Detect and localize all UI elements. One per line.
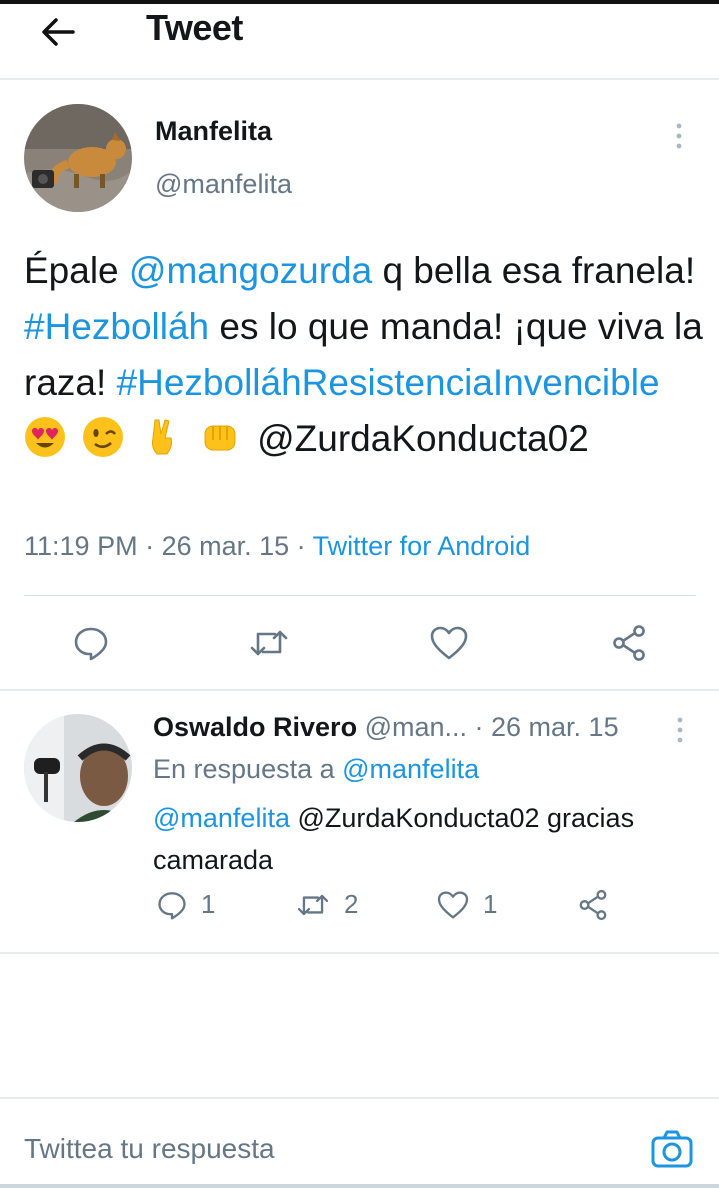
mention-link[interactable]: @manfelita [153,803,290,833]
heart-icon [430,626,468,660]
reply-like-button[interactable]: 1 [437,889,497,920]
replying-to-label: En respuesta a [153,754,343,784]
reply-author-handle[interactable]: @man... [365,712,467,742]
like-button[interactable] [426,620,472,666]
tweet-text-part: q bella esa franela! [372,250,696,291]
reply-author-name[interactable]: Oswaldo Rivero [153,712,357,742]
reply-count: 1 [201,889,216,919]
reply-retweet-button[interactable]: 2 [296,889,358,920]
replying-to-handle[interactable]: @manfelita [342,754,479,784]
reply-actions: 1 2 1 [0,889,719,929]
heart-eyes-emoji [25,417,65,457]
reply-header: Oswaldo Rivero @man... · 26 mar. 15 [153,712,619,743]
heart-icon [437,890,469,919]
retweet-count: 2 [344,889,359,919]
meta-separator: · [289,531,313,561]
camera-button[interactable] [650,1127,694,1171]
tweet-time: 11:19 PM [24,531,138,561]
reply-reply-button[interactable]: 1 [157,889,215,920]
arrow-left-icon [42,18,75,46]
divider [24,595,696,596]
meta-separator: · [467,712,492,742]
reply-more-options-button[interactable] [670,710,690,750]
reply-icon [74,627,108,661]
divider [0,952,719,954]
hashtag-link[interactable]: #Hezbolláh [24,306,209,347]
more-vertical-icon [677,717,683,743]
share-icon [579,889,607,921]
share-button[interactable] [606,620,652,666]
tweet-text: Épale @mangozurda q bella esa franela! #… [24,243,704,467]
tweet-text-part: @ZurdaKonducta02 [246,418,589,459]
author-handle[interactable]: @manfelita [155,169,292,200]
reply-tweet[interactable]: Oswaldo Rivero @man... · 26 mar. 15 En r… [0,694,719,954]
reply-icon [158,891,186,919]
hashtag-link[interactable]: #HezbolláhResistenciaInvencible [117,362,660,403]
reply-text: @manfelita @ZurdaKonducta02 gracias cama… [153,797,673,881]
page-title: Tweet [146,7,243,48]
more-options-button[interactable] [669,116,689,156]
retweet-icon [250,630,288,656]
mention-link[interactable]: @mangozurda [129,250,372,291]
tweet-actions [0,620,719,670]
tweet-source-link[interactable]: Twitter for Android [313,531,531,561]
replying-to: En respuesta a @manfelita [153,754,479,785]
divider [0,689,719,691]
retweet-button[interactable] [246,620,292,666]
top-bar: Tweet [0,4,719,80]
tweet-metadata: 11:19 PM · 26 mar. 15 · Twitter for Andr… [24,531,530,562]
like-count: 1 [483,889,498,919]
meta-separator: · [137,531,162,561]
oncoming-fist-emoji [204,425,236,451]
retweet-icon [297,894,329,915]
reply-button[interactable] [68,620,114,666]
tweet-date: 26 mar. 15 [161,531,290,561]
composer-divider [0,1097,719,1099]
victory-hand-emoji [151,419,172,455]
tweet-text-part: Épale [24,250,129,291]
bottom-edge [0,1184,719,1188]
author-avatar[interactable] [24,104,132,212]
back-button[interactable] [36,10,80,54]
more-vertical-icon [676,123,682,149]
author-name[interactable]: Manfelita [155,116,272,147]
reply-composer-input[interactable]: Twittea tu respuesta [24,1133,275,1165]
reply-share-button[interactable] [577,889,609,921]
reply-date: 26 mar. 15 [491,712,619,742]
share-icon [613,625,645,661]
camera-icon [651,1130,693,1168]
reply-author-avatar[interactable] [24,714,132,822]
winking-face-emoji [83,417,124,457]
